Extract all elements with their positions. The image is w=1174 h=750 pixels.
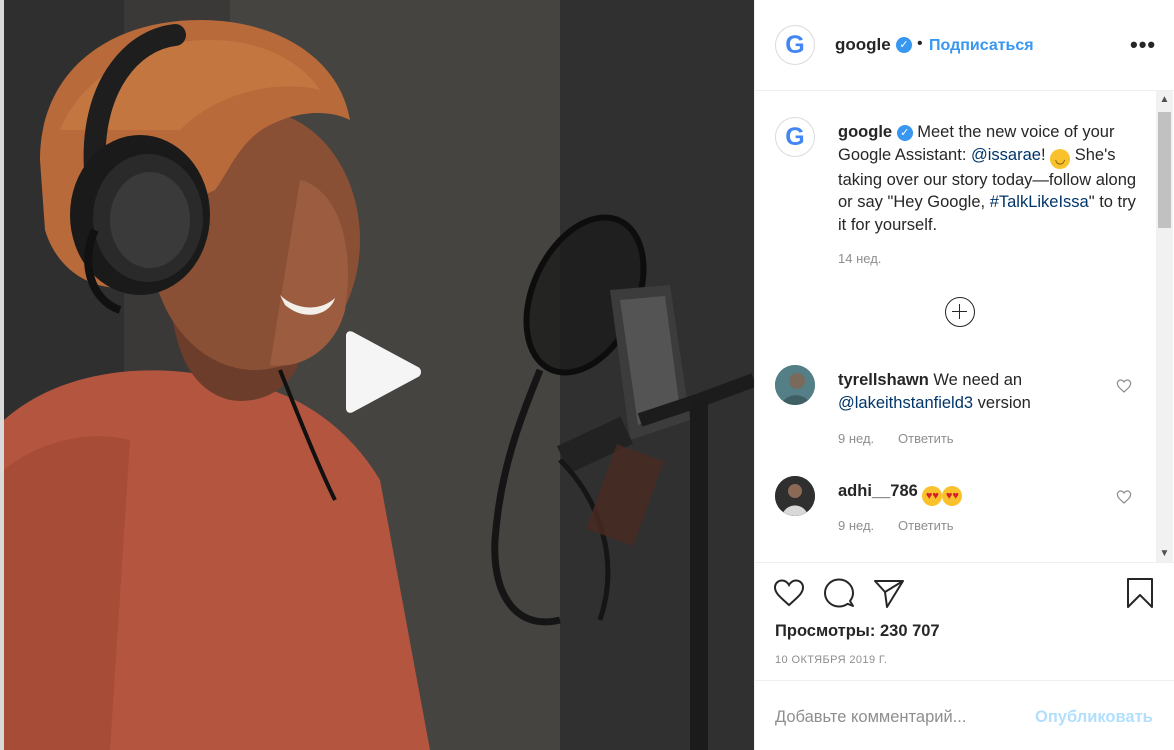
caption-username[interactable]: google — [838, 123, 892, 141]
bookmark-icon[interactable] — [1124, 577, 1156, 609]
scroll-up-arrow-icon[interactable]: ▲ — [1156, 91, 1173, 108]
follow-button[interactable]: Подписаться — [929, 37, 1034, 55]
heart-eyes-emoji-icon: ♥♥ — [922, 486, 943, 506]
comment-composer: Опубликовать — [755, 680, 1174, 750]
avatar[interactable]: G — [775, 117, 815, 157]
heart-icon[interactable] — [1116, 378, 1132, 394]
post-side-panel: G google ✓ • Подписаться ••• G google ✓ … — [754, 0, 1174, 750]
comment-input[interactable] — [775, 705, 1025, 729]
paper-plane-icon[interactable] — [873, 577, 905, 609]
publish-button[interactable]: Опубликовать — [1035, 708, 1153, 727]
separator-dot: • — [917, 35, 923, 52]
load-more-comments-button[interactable] — [945, 297, 975, 327]
scrollbar-thumb[interactable] — [1158, 112, 1171, 228]
comment-text: tyrellshawn We need an @lakeithstanfield… — [838, 369, 1118, 414]
google-logo-icon: G — [785, 30, 805, 59]
views-count[interactable]: Просмотры: 230 707 — [775, 622, 940, 641]
comment-text-part: We need an — [928, 371, 1023, 389]
mention-link[interactable]: @issarae — [971, 146, 1041, 164]
post-header: G google ✓ • Подписаться ••• — [755, 0, 1174, 91]
comment-text-part: version — [973, 393, 1031, 412]
avatar[interactable]: G — [775, 25, 815, 65]
heart-icon[interactable] — [1116, 489, 1132, 505]
caption-text-part: ! — [1040, 145, 1051, 164]
caption-time[interactable]: 14 нед. — [838, 251, 881, 266]
reply-button[interactable]: Ответить — [898, 431, 954, 446]
play-icon[interactable] — [340, 330, 424, 414]
post-date[interactable]: 10 ОКТЯБРЯ 2019 Г. — [775, 654, 887, 666]
heart-icon[interactable] — [773, 577, 805, 609]
verified-badge-icon: ✓ — [896, 125, 913, 141]
comments-list[interactable]: G google ✓ Meet the new voice of your Go… — [755, 91, 1174, 562]
scroll-down-arrow-icon[interactable]: ▼ — [1156, 545, 1173, 562]
more-options-icon[interactable]: ••• — [1130, 32, 1156, 58]
user-photo-icon — [775, 365, 815, 405]
username[interactable]: google — [835, 35, 891, 55]
comments-scrollbar[interactable]: ▲ ▼ — [1156, 91, 1173, 562]
comment-time[interactable]: 9 нед. — [838, 518, 874, 533]
avatar[interactable] — [775, 365, 815, 405]
speech-bubble-icon[interactable] — [823, 577, 855, 609]
comment-username[interactable]: tyrellshawn — [838, 371, 929, 389]
caption-text: google ✓ Meet the new voice of your Goog… — [838, 121, 1138, 236]
hashtag-link[interactable]: #TalkLikeIssa — [990, 193, 1089, 211]
comment-text: adhi__786 ♥♥ ♥♥ — [838, 480, 1118, 506]
verified-badge-icon: ✓ — [896, 37, 912, 53]
avatar[interactable] — [775, 476, 815, 516]
grinning-face-emoji-icon: ◡ — [1050, 148, 1071, 169]
post-video[interactable] — [0, 0, 754, 750]
reply-button[interactable]: Ответить — [898, 518, 954, 533]
user-photo-icon — [775, 476, 815, 516]
heart-eyes-emoji-icon: ♥♥ — [942, 486, 963, 506]
post-actions: Просмотры: 230 707 10 ОКТЯБРЯ 2019 Г. — [755, 562, 1174, 680]
comment-time[interactable]: 9 нед. — [838, 431, 874, 446]
mention-link[interactable]: @lakeithstanfield3 — [838, 394, 973, 412]
google-logo-icon: G — [785, 122, 805, 151]
comment-username[interactable]: adhi__786 — [838, 482, 918, 500]
